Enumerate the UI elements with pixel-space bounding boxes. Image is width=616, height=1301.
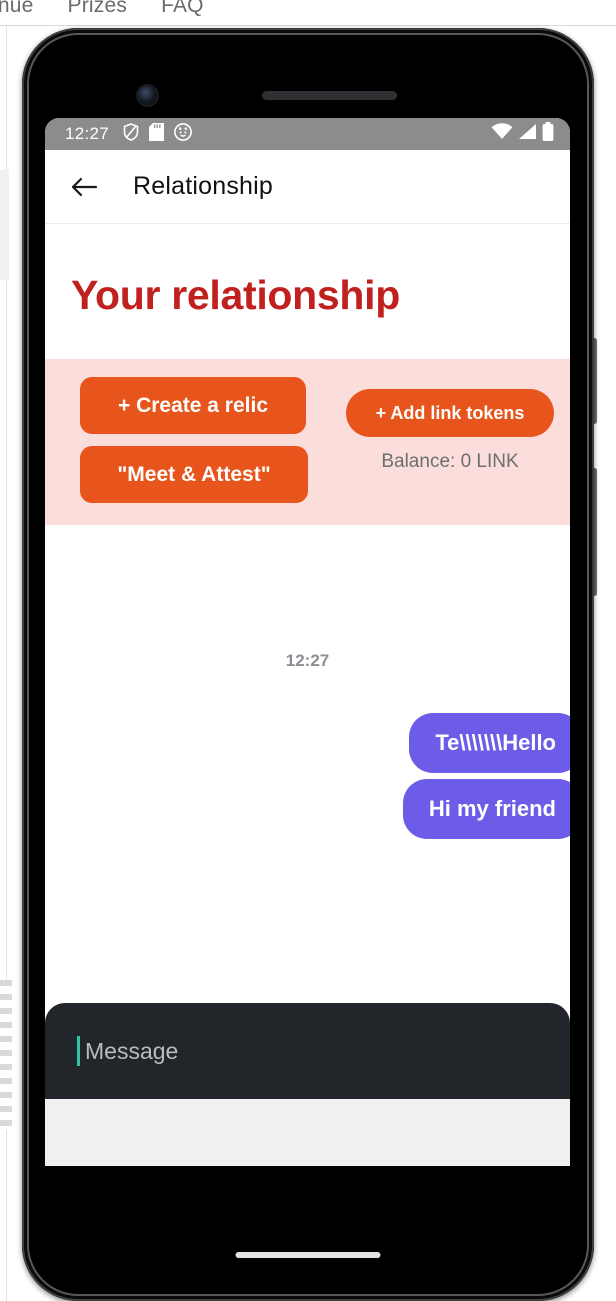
sd-card-icon: [149, 122, 165, 146]
nav-item-prizes[interactable]: Prizes: [68, 0, 128, 18]
composer-bottom-area: [45, 1099, 570, 1166]
back-arrow-icon[interactable]: [67, 170, 101, 204]
shield-icon: [123, 122, 139, 146]
actions-right-column: + Add link tokens Balance: 0 LINK: [330, 377, 570, 503]
text-cursor: [77, 1036, 80, 1066]
power-button[interactable]: [592, 338, 597, 424]
background-nav-divider: [0, 25, 616, 26]
chat-timestamp: 12:27: [285, 651, 330, 670]
camera-icon: [138, 86, 157, 105]
wifi-icon: [491, 123, 513, 145]
background-left-strip: [0, 170, 9, 280]
chat-area: 12:27 Te\\\\\\\Hello Hi my friend: [45, 525, 570, 1003]
link-balance-label: Balance: 0 LINK: [381, 451, 519, 472]
relationship-heading: Your relationship: [71, 272, 401, 318]
message-bubble[interactable]: Te\\\\\\\Hello: [409, 713, 570, 773]
status-left-icons: [123, 122, 192, 146]
message-bubble[interactable]: Hi my friend: [402, 779, 570, 839]
background-nav: enue Prizes FAQ: [0, 0, 616, 22]
page-title: Relationship: [133, 172, 273, 200]
actions-left-column: + Create a relic "Meet & Attest": [45, 377, 330, 503]
status-clock: 12:27: [65, 124, 110, 143]
cell-signal-icon: [518, 123, 537, 145]
create-relic-button[interactable]: + Create a relic: [80, 377, 306, 434]
message-composer[interactable]: Message: [45, 1003, 570, 1099]
battery-full-icon: [542, 122, 554, 146]
status-right-icons: [491, 122, 554, 146]
message-input[interactable]: Message: [85, 1038, 178, 1065]
heading-section: Your relationship: [45, 224, 570, 359]
cat-face-icon: [174, 122, 192, 146]
screenshot-stage: enue Prizes FAQ 12:27: [0, 0, 616, 1301]
actions-panel: + Create a relic "Meet & Attest" + Add l…: [45, 359, 570, 525]
app-bar: Relationship: [45, 150, 570, 224]
add-link-tokens-button[interactable]: + Add link tokens: [346, 389, 554, 437]
speaker-grille-icon: [262, 91, 397, 100]
nav-item-venue[interactable]: enue: [0, 0, 34, 18]
volume-button[interactable]: [592, 468, 597, 596]
background-left-dots: [0, 980, 12, 1130]
meet-and-attest-button[interactable]: "Meet & Attest": [80, 446, 308, 503]
home-indicator[interactable]: [235, 1252, 381, 1258]
phone-screen: 12:27 Relationship Your relationship + C…: [45, 118, 570, 1166]
status-bar: 12:27: [45, 118, 570, 150]
message-list: Te\\\\\\\Hello Hi my friend: [402, 713, 570, 839]
nav-item-faq[interactable]: FAQ: [161, 0, 204, 18]
